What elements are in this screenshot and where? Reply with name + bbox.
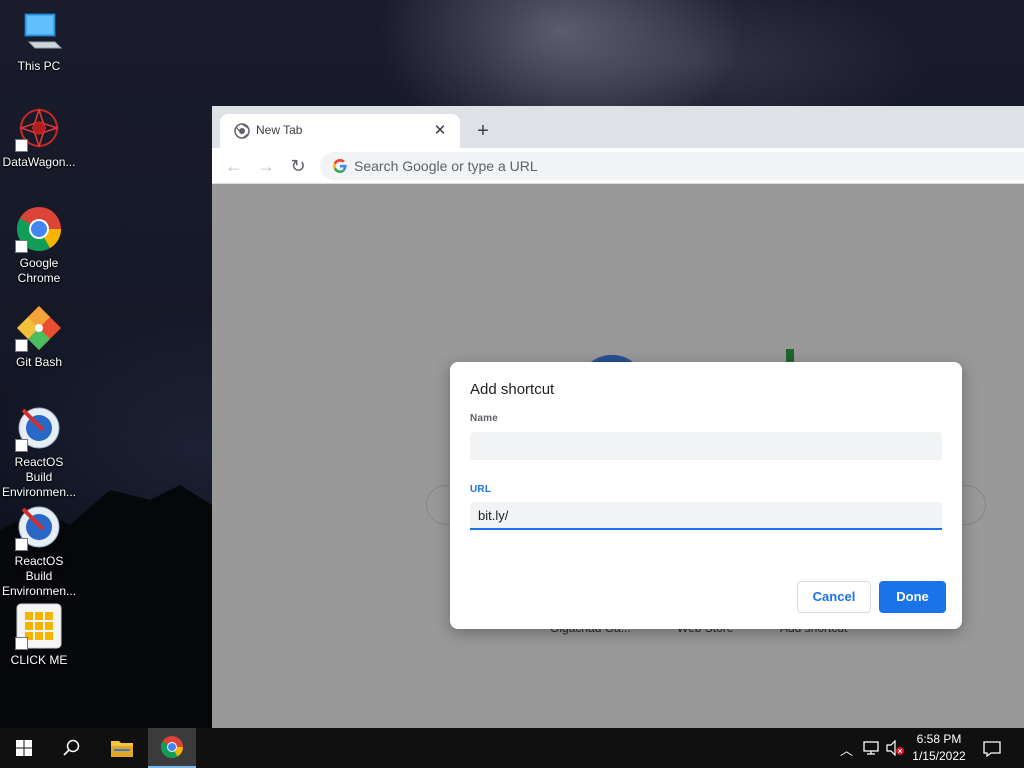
url-label: URL — [470, 484, 492, 495]
reactos-icon — [15, 404, 63, 452]
taskbar-chrome[interactable] — [148, 728, 196, 768]
click-me-icon — [15, 602, 63, 650]
git-bash-icon — [15, 304, 63, 352]
chrome-icon — [15, 205, 63, 253]
close-icon[interactable]: ✕ — [428, 119, 452, 143]
shortcut-arrow-icon — [15, 139, 28, 152]
computer-icon — [15, 8, 63, 56]
start-button[interactable] — [0, 728, 48, 768]
desktop-icon-label: DataWagon... — [2, 155, 76, 169]
tab-title: New Tab — [256, 123, 303, 137]
taskbar-file-explorer[interactable] — [98, 728, 146, 768]
url-input[interactable] — [470, 502, 942, 530]
clock-date: 1/15/2022 — [912, 749, 966, 763]
desktop-icon-label: Google Chrome — [17, 256, 61, 285]
desktop-icon-reactos-build-2[interactable]: ReactOS Build Environmen... — [0, 503, 78, 599]
tab-strip: New Tab ✕ + — [212, 106, 1024, 148]
desktop-icon-click-me[interactable]: CLICK ME — [0, 602, 78, 668]
shortcut-arrow-icon — [15, 439, 28, 452]
desktop-icon-this-pc[interactable]: This PC — [0, 8, 78, 74]
browser-toolbar: ← → ↻ Search Google or type a URL — [212, 148, 1024, 184]
search-icon — [63, 739, 80, 756]
shortcut-arrow-icon — [15, 240, 28, 253]
reactos-icon — [15, 503, 63, 551]
chrome-favicon-icon — [234, 123, 250, 139]
shortcut-arrow-icon — [15, 637, 28, 650]
done-button[interactable]: Done — [879, 581, 946, 613]
desktop-icon-google-chrome[interactable]: Google Chrome — [0, 205, 78, 286]
folder-icon — [111, 741, 133, 757]
desktop-icon-label: This PC — [17, 59, 61, 73]
forward-button[interactable]: → — [254, 154, 278, 178]
dialog-title: Add shortcut — [470, 381, 555, 398]
reload-button[interactable]: ↻ — [286, 154, 310, 178]
new-tab-button[interactable]: + — [470, 118, 496, 144]
search-button[interactable] — [48, 728, 96, 768]
taskbar: ︿ 6:58 PM 1/15/2022 — [0, 728, 1024, 768]
notification-icon[interactable] — [982, 740, 1002, 758]
chrome-icon — [161, 736, 183, 758]
desktop-icon-label: Git Bash — [15, 355, 63, 369]
omnibox-placeholder: Search Google or type a URL — [354, 158, 538, 174]
desktop-icon-git-bash[interactable]: Git Bash — [0, 304, 78, 370]
clock-time: 6:58 PM — [916, 732, 962, 746]
desktop-icon-label: ReactOS Build Environmen... — [1, 455, 77, 499]
name-label: Name — [470, 413, 499, 424]
desktop-icon-label: ReactOS Build Environmen... — [1, 554, 77, 598]
shortcut-arrow-icon — [15, 339, 28, 352]
windows-logo-icon — [16, 740, 32, 756]
volume-muted-icon[interactable] — [886, 740, 904, 756]
desktop-icon-datawagon[interactable]: DataWagon... — [0, 104, 78, 170]
tab-new-tab[interactable]: New Tab ✕ — [220, 114, 460, 148]
google-g-icon — [333, 159, 347, 173]
taskbar-clock[interactable]: 6:58 PM 1/15/2022 — [906, 731, 972, 765]
desktop-icon-label: CLICK ME — [10, 653, 68, 667]
add-shortcut-dialog: Add shortcut Name URL Cancel Done — [450, 362, 962, 629]
desktop-icon-reactos-build-1[interactable]: ReactOS Build Environmen... — [0, 404, 78, 500]
omnibox[interactable]: Search Google or type a URL — [320, 152, 1024, 180]
chevron-up-icon[interactable]: ︿ — [840, 740, 853, 759]
datawagon-icon — [15, 104, 63, 152]
network-icon[interactable] — [862, 740, 880, 756]
shortcut-arrow-icon — [15, 538, 28, 551]
cancel-button[interactable]: Cancel — [797, 581, 871, 613]
back-button[interactable]: ← — [222, 154, 246, 178]
name-input[interactable] — [470, 432, 942, 460]
